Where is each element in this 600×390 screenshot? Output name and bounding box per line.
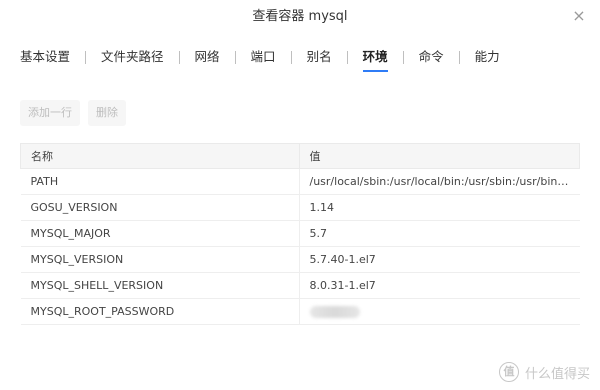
tab-divider [290, 50, 292, 64]
close-icon[interactable]: × [572, 8, 586, 24]
env-value-cell: 1.14 [299, 194, 580, 221]
env-value-cell: 5.7.40-1.el7 [299, 246, 580, 273]
tab-ports[interactable]: 端口 [251, 47, 276, 71]
env-name-cell: MYSQL_MAJOR [20, 220, 300, 247]
column-header-value: 值 [298, 143, 580, 169]
env-table: 名称 值 PATH /usr/local/sbin:/usr/local/bin… [20, 143, 580, 325]
tab-divider [346, 50, 348, 64]
env-toolbar: 添加一行 删除 [20, 100, 126, 126]
tab-network[interactable]: 网络 [195, 47, 220, 71]
tab-capabilities[interactable]: 能力 [475, 47, 500, 71]
tab-bar: 基本设置 文件夹路径 网络 端口 别名 环境 命令 能力 [20, 46, 500, 72]
env-value-cell: 8.0.31-1.el7 [299, 272, 580, 299]
table-row[interactable]: MYSQL_SHELL_VERSION 8.0.31-1.el7 [20, 272, 580, 299]
delete-button[interactable]: 删除 [88, 100, 126, 126]
dialog-title: 查看容器 mysql [252, 9, 348, 24]
tab-environment[interactable]: 环境 [362, 47, 388, 72]
table-row[interactable]: GOSU_VERSION 1.14 [20, 194, 580, 221]
watermark: 值 什么值得买 [498, 362, 590, 382]
tab-divider [234, 50, 236, 64]
env-value-cell: /usr/local/sbin:/usr/local/bin:/usr/sbin… [299, 168, 580, 195]
table-row[interactable]: MYSQL_MAJOR 5.7 [20, 220, 580, 247]
env-name-cell: MYSQL_ROOT_PASSWORD [20, 298, 300, 325]
table-header-row: 名称 值 [20, 143, 580, 169]
table-row[interactable]: MYSQL_ROOT_PASSWORD [20, 298, 580, 325]
table-row[interactable]: PATH /usr/local/sbin:/usr/local/bin:/usr… [20, 168, 580, 195]
tab-alias[interactable]: 别名 [307, 47, 332, 71]
table-row[interactable]: MYSQL_VERSION 5.7.40-1.el7 [20, 246, 580, 273]
env-name-cell: MYSQL_SHELL_VERSION [20, 272, 300, 299]
env-name-cell: MYSQL_VERSION [20, 246, 300, 273]
env-name-cell: GOSU_VERSION [20, 194, 300, 221]
tab-folder-path[interactable]: 文件夹路径 [101, 47, 164, 71]
tab-command[interactable]: 命令 [419, 47, 444, 71]
env-value-cell-redacted [299, 298, 580, 325]
tab-divider [458, 50, 460, 64]
tab-divider [402, 50, 404, 64]
tab-divider [178, 50, 180, 64]
add-row-button[interactable]: 添加一行 [20, 100, 80, 126]
tab-divider [85, 50, 87, 64]
column-header-name: 名称 [20, 143, 300, 169]
smzdm-logo-icon: 值 [498, 362, 519, 382]
tab-basic-settings[interactable]: 基本设置 [20, 47, 70, 71]
watermark-text: 什么值得买 [524, 366, 590, 382]
redacted-password [309, 306, 360, 318]
env-name-cell: PATH [20, 168, 300, 195]
view-container-dialog: 查看容器 mysql × 基本设置 文件夹路径 网络 端口 别名 环境 命令 能… [0, 0, 600, 390]
env-value-cell: 5.7 [299, 220, 580, 247]
